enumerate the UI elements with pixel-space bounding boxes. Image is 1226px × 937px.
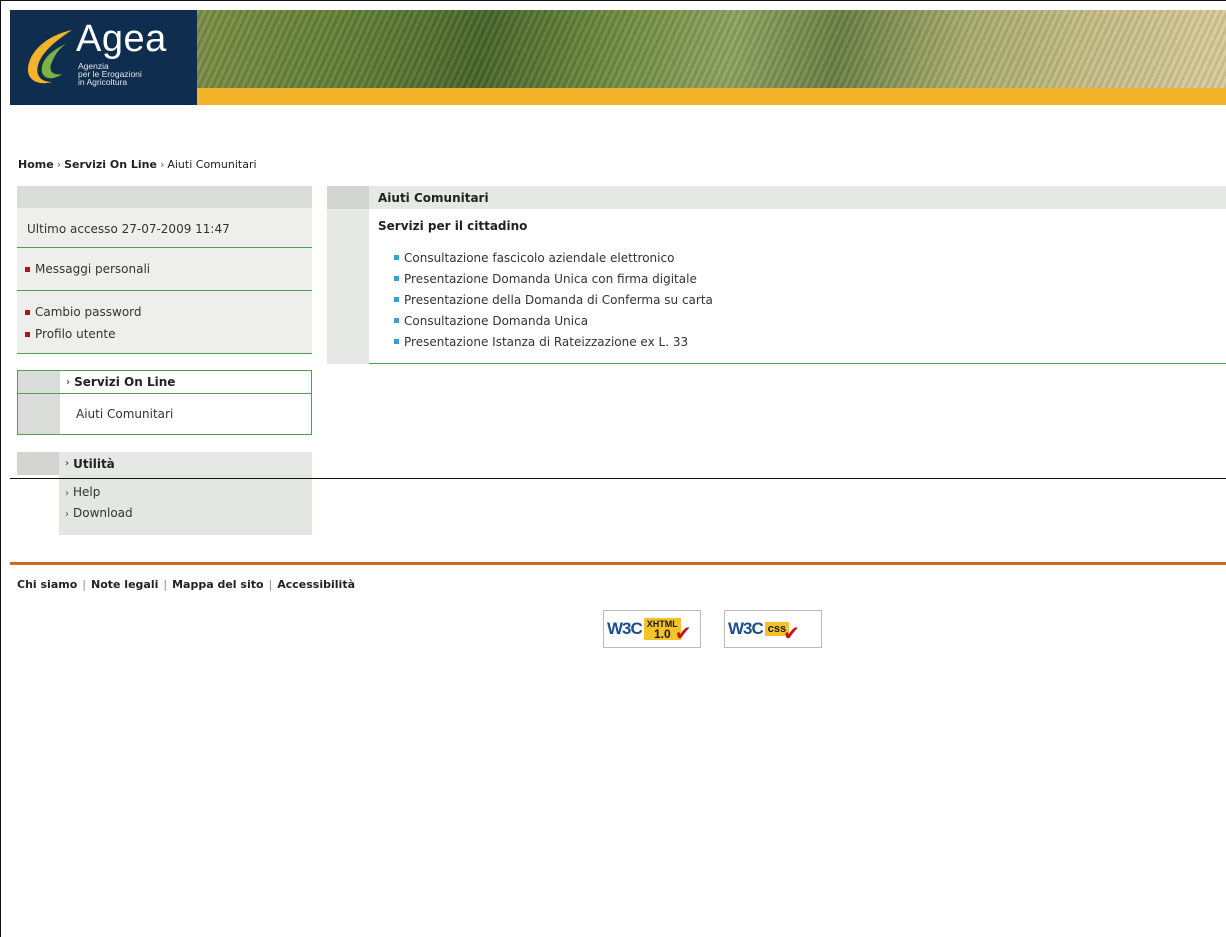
sidebar: Ultimo accesso 27-07-2009 11:47 Messaggi… — [17, 186, 312, 535]
w3c-logo-text: W3C — [607, 619, 643, 638]
w3c-logo-text: W3C — [728, 619, 764, 638]
nav-gutter — [18, 371, 60, 393]
footer-link-chi-siamo[interactable]: Chi siamo — [17, 578, 77, 591]
nav-gutter — [18, 394, 60, 434]
service-link-label: Presentazione Istanza di Rateizzazione e… — [404, 334, 689, 349]
divider-line — [10, 478, 1226, 479]
messages-block: Messaggi personali — [17, 248, 312, 291]
service-link-label: Consultazione fascicolo aziendale elettr… — [404, 250, 675, 265]
agea-logo[interactable]: Agea Agenzia per le Erogazioni in Agrico… — [10, 10, 197, 105]
messages-link[interactable]: Messaggi personali — [25, 258, 304, 280]
bullet-icon — [25, 309, 30, 315]
download-label: Download — [73, 506, 133, 520]
services-nav: › Servizi On Line Aiuti Comunitari — [17, 370, 312, 435]
service-link[interactable]: Presentazione Istanza di Rateizzazione e… — [378, 331, 1226, 352]
footer-separator: | — [163, 578, 168, 591]
service-link[interactable]: Presentazione Domanda Unica con firma di… — [378, 268, 1226, 289]
change-password-link[interactable]: Cambio password — [25, 301, 304, 323]
bullet-icon — [394, 297, 399, 302]
breadcrumb-separator: › — [159, 158, 165, 171]
logo-subtitle: Agenzia per le Erogazioni in Agricoltura — [78, 62, 142, 87]
bullet-icon — [394, 276, 399, 281]
logo-subtitle-line: in Agricoltura — [78, 77, 128, 87]
bullet-icon — [394, 339, 399, 344]
messages-label: Messaggi personali — [35, 262, 151, 276]
content-gutter — [327, 209, 369, 364]
checkmark-icon: ✔ — [783, 621, 800, 645]
content-gutter — [327, 186, 369, 209]
utility-nav-title-label: Utilità — [73, 456, 115, 471]
header-stripe — [197, 88, 1226, 105]
footer-separator: | — [82, 578, 86, 591]
header-banner-image — [197, 10, 1226, 88]
service-link-label: Presentazione della Domanda di Conferma … — [404, 292, 713, 307]
breadcrumb-current: Aiuti Comunitari — [167, 158, 257, 171]
breadcrumb-separator: › — [56, 158, 62, 171]
last-access-text: Ultimo accesso 27-07-2009 11:47 — [17, 208, 312, 248]
footer-separator: | — [268, 578, 273, 591]
bullet-icon — [394, 318, 399, 323]
utility-nav: › Utilità › Help › Download — [17, 452, 312, 535]
footer-divider — [10, 562, 1226, 565]
logo-title: Agea — [76, 18, 167, 60]
site-header: Agea Agenzia per le Erogazioni in Agrico… — [10, 10, 1226, 105]
bullet-icon — [25, 266, 30, 272]
swoosh-icon — [27, 30, 72, 84]
profile-label: Profilo utente — [35, 327, 116, 341]
footer-link-accessibilita[interactable]: Accessibilità — [277, 578, 355, 591]
chevron-right-icon: › — [65, 488, 69, 499]
service-link-label: Presentazione Domanda Unica con firma di… — [404, 271, 697, 286]
utility-help-link[interactable]: › Help — [65, 485, 133, 506]
chevron-right-icon: › — [66, 376, 71, 388]
footer-link-mappa[interactable]: Mappa del sito — [172, 578, 263, 591]
main-content: Aiuti Comunitari Servizi per il cittadin… — [327, 186, 1226, 364]
breadcrumb-home[interactable]: Home — [18, 158, 54, 171]
footer-link-note-legali[interactable]: Note legali — [91, 578, 158, 591]
service-link[interactable]: Presentazione della Domanda di Conferma … — [378, 289, 1226, 310]
checkmark-icon: ✔ — [674, 621, 692, 645]
xhtml-version: 1.0 — [653, 627, 671, 641]
sidebar-header — [17, 186, 312, 208]
bullet-icon — [25, 331, 30, 337]
utility-download-link[interactable]: › Download — [65, 506, 133, 527]
services-nav-title[interactable]: › Servizi On Line — [60, 371, 175, 393]
chevron-right-icon: › — [65, 458, 70, 469]
breadcrumb-servizi[interactable]: Servizi On Line — [64, 158, 157, 171]
nav-gutter — [17, 475, 59, 535]
breadcrumb: Home › Servizi On Line › Aiuti Comunitari — [18, 158, 257, 171]
profile-link[interactable]: Profilo utente — [25, 323, 304, 345]
chevron-right-icon: › — [65, 509, 69, 520]
service-link-label: Consultazione Domanda Unica — [404, 313, 589, 328]
account-block: Cambio password Profilo utente — [17, 291, 312, 354]
bullet-icon — [394, 255, 399, 260]
change-password-label: Cambio password — [35, 305, 142, 319]
services-nav-item-aiuti[interactable]: Aiuti Comunitari — [60, 394, 173, 434]
w3c-xhtml-badge[interactable]: W3C XHTML 1.0 ✔ — [603, 610, 701, 648]
footer-links: Chi siamo | Note legali | Mappa del sito | Acc… — [17, 578, 355, 591]
services-panel: Servizi per il cittadino Consultazione f… — [369, 209, 1226, 364]
help-label: Help — [73, 485, 101, 499]
utility-nav-title[interactable]: › Utilità — [59, 452, 115, 475]
service-link[interactable]: Consultazione fascicolo aziendale elettr… — [378, 247, 1226, 268]
nav-gutter — [17, 452, 59, 475]
service-link[interactable]: Consultazione Domanda Unica — [378, 310, 1226, 331]
services-subtitle: Servizi per il cittadino — [378, 219, 528, 233]
services-nav-title-label: Servizi On Line — [74, 375, 176, 389]
w3c-css-badge[interactable]: W3C css ✔ — [724, 610, 822, 648]
page-title: Aiuti Comunitari — [378, 190, 489, 205]
